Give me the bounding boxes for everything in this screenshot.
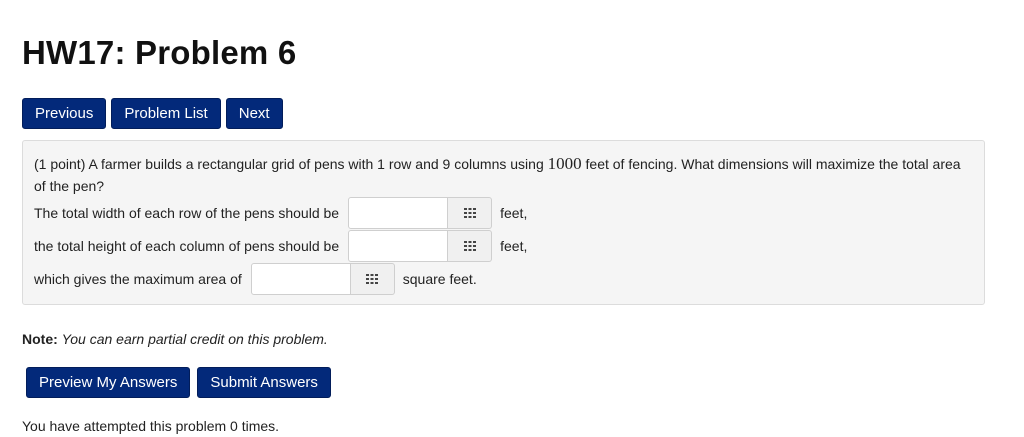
problem-text-before: A farmer builds a rectangular grid of pe… xyxy=(88,156,544,172)
problem-body: (1 point) A farmer builds a rectangular … xyxy=(22,140,985,305)
next-button[interactable]: Next xyxy=(225,98,283,129)
answer-row-width: The total width of each row of the pens … xyxy=(34,197,527,229)
submit-answers-button[interactable]: Submit Answers xyxy=(197,367,331,398)
answer-row-height: the total height of each column of pens … xyxy=(34,230,527,262)
submit-bar: Preview My Answers Submit Answers xyxy=(26,367,331,398)
answer-unit-area: square feet. xyxy=(402,271,477,287)
answer-label-height: the total height of each column of pens … xyxy=(34,238,340,254)
answer-label-area: which gives the maximum area of xyxy=(34,271,242,287)
grid-icon xyxy=(366,274,379,284)
note-label: Note: xyxy=(22,331,58,347)
partial-credit-note: Note: You can earn partial credit on thi… xyxy=(22,331,328,347)
page: HW17: Problem 6 Previous Problem List Ne… xyxy=(0,0,1024,437)
fencing-amount: 1000 xyxy=(547,154,582,173)
problem-points: (1 point) xyxy=(34,156,86,172)
answer-row-area: which gives the maximum area of square f… xyxy=(34,263,477,295)
width-answer-input[interactable] xyxy=(348,197,449,229)
problem-nav: Previous Problem List Next xyxy=(22,98,283,129)
grid-icon xyxy=(463,208,476,218)
previous-button[interactable]: Previous xyxy=(22,98,107,129)
problem-list-button[interactable]: Problem List xyxy=(111,98,221,129)
note-text: You can earn partial credit on this prob… xyxy=(61,331,328,347)
equation-editor-button[interactable] xyxy=(448,230,493,262)
answer-unit-height: feet, xyxy=(500,238,528,254)
answer-unit-width: feet, xyxy=(500,205,528,221)
attempts-message: You have attempted this problem 0 times. xyxy=(22,418,280,434)
page-title: HW17: Problem 6 xyxy=(22,34,297,71)
equation-editor-button[interactable] xyxy=(448,197,493,229)
answer-label-width: The total width of each row of the pens … xyxy=(34,205,340,221)
equation-editor-button[interactable] xyxy=(350,263,395,295)
preview-answers-button[interactable]: Preview My Answers xyxy=(26,367,191,398)
problem-statement: (1 point) A farmer builds a rectangular … xyxy=(34,153,964,197)
grid-icon xyxy=(463,241,476,251)
height-answer-input[interactable] xyxy=(348,230,449,262)
area-answer-input[interactable] xyxy=(250,263,351,295)
